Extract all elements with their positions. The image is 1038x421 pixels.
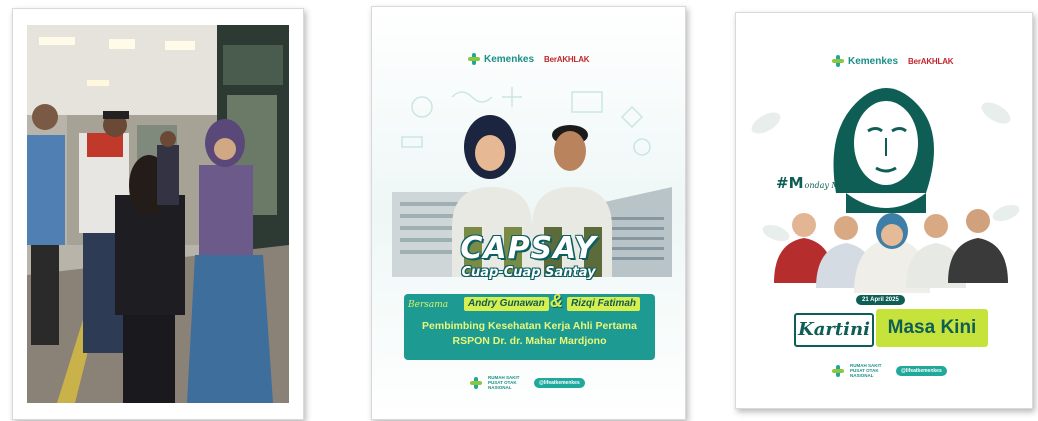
kemenkes-cross-icon <box>468 53 480 65</box>
capsay-poster-card: Kemenkes BerAKHLAK CAPSAY Cuap-Cuap Sant… <box>371 6 686 420</box>
kemenkes-logo: Kemenkes <box>468 53 534 65</box>
guest-role-line-1: Pembimbing Kesehatan Kerja Ahli Pertama <box>422 320 637 332</box>
masa-kini-label: Masa Kini <box>887 317 977 338</box>
poster-subtitle: Cuap-Cuap Santay <box>461 265 596 280</box>
kemenkes-logo: Kemenkes <box>832 55 898 67</box>
hashtag-monday-motivation: #Monday Motivation <box>776 174 875 192</box>
event-photo-illustration <box>27 25 289 403</box>
brand-header: Kemenkes BerAKHLAK <box>832 55 954 67</box>
poster-footer: RUMAH SAKIT PUSAT OTAK NASIONAL @lifeatk… <box>832 363 947 378</box>
kemenkes-label: Kemenkes <box>484 53 535 65</box>
brand-header: Kemenkes BerAKHLAK <box>468 53 590 65</box>
kemenkes-cross-icon <box>832 55 844 67</box>
poster-title: CAPSAY <box>460 231 597 266</box>
kemenkes-label: Kemenkes <box>848 55 899 67</box>
footer-handle: @lifeatkemenkes <box>534 377 585 388</box>
guest-name-2: Rizqi Fatimah <box>567 297 641 311</box>
hashtag-text: #M <box>776 174 804 192</box>
kemenkes-cross-icon <box>832 364 844 377</box>
date-badge: 21 April 2025 <box>856 295 905 305</box>
ampersand: & <box>550 291 563 311</box>
guest-role-line-2: RSPON Dr. dr. Mahar Mardjono <box>452 335 607 347</box>
event-photo-card <box>12 8 304 420</box>
hashtag-script: onday Motivation <box>804 181 876 190</box>
berakhlak-logo: BerAKHLAK <box>544 54 590 64</box>
kartini-poster-card: Kemenkes BerAKHLAK #Monday Motivation 21… <box>735 12 1033 409</box>
kartini-background-illustration <box>736 13 1032 408</box>
kemenkes-cross-icon <box>470 376 482 389</box>
berakhlak-logo: BerAKHLAK <box>908 56 954 66</box>
event-photo <box>27 25 289 403</box>
kartini-label: Kartini <box>798 319 870 340</box>
poster-footer: RUMAH SAKIT PUSAT OTAK NASIONAL @lifeatk… <box>470 375 585 390</box>
with-label: Bersama <box>408 300 449 310</box>
footer-org-label: RUMAH SAKIT PUSAT OTAK NASIONAL <box>850 363 882 378</box>
footer-org-label: RUMAH SAKIT PUSAT OTAK NASIONAL <box>488 375 520 390</box>
footer-handle: @lifeatkemenkes <box>896 365 947 376</box>
guest-name-1: Andry Gunawan <box>464 297 549 311</box>
